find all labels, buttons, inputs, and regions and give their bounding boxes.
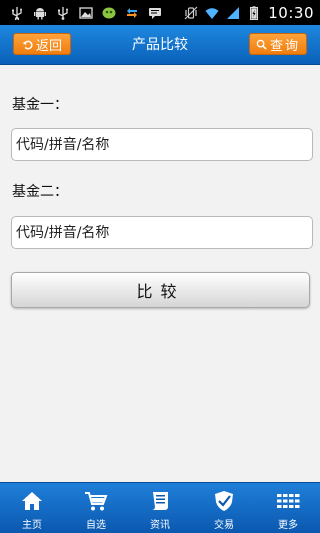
back-button[interactable]: 返回: [13, 33, 71, 55]
grid-icon: [276, 489, 300, 513]
search-icon: [256, 39, 267, 50]
status-clock: 10:30: [268, 3, 314, 22]
app-icon: [102, 6, 116, 20]
compare-button-label: 比较: [136, 282, 185, 301]
sync-icon: [125, 6, 139, 20]
image-icon: [79, 6, 93, 20]
android-icon: [33, 6, 47, 20]
usb-icon: [10, 6, 24, 20]
nav-label-news: 资讯: [150, 520, 170, 531]
fund1-input[interactable]: [11, 128, 313, 161]
title-bar: 产品比较 返回 查询: [0, 25, 320, 65]
nav-item-trade[interactable]: 交易: [192, 483, 256, 533]
usb-icon: [56, 6, 70, 20]
fund1-label: 基金一：: [12, 97, 68, 113]
status-bar: 10:30: [0, 0, 320, 25]
status-right-icons: 10:30: [184, 4, 320, 22]
fund2-label: 基金二：: [12, 184, 68, 200]
search-button-label: 查询: [269, 38, 300, 54]
nav-label-trade: 交易: [214, 520, 234, 531]
nav-label-home: 主页: [22, 520, 42, 531]
news-icon: [148, 489, 172, 513]
cart-icon: [84, 489, 108, 513]
battery-charging-icon: [247, 5, 261, 20]
back-arrow-icon: [22, 40, 33, 49]
nav-item-news[interactable]: 资讯: [128, 483, 192, 533]
search-button[interactable]: 查询: [249, 33, 307, 55]
fund2-input[interactable]: [11, 216, 313, 249]
shield-icon: [212, 489, 236, 513]
compare-button[interactable]: 比较: [11, 272, 310, 308]
wifi-icon: [205, 6, 219, 20]
signal-icon: [226, 6, 240, 20]
nav-label-more: 更多: [278, 520, 298, 531]
message-icon: [148, 6, 162, 20]
nav-item-more[interactable]: 更多: [256, 483, 320, 533]
nav-item-home[interactable]: 主页: [0, 483, 64, 533]
home-icon: [20, 489, 44, 513]
nav-label-watchlist: 自选: [86, 520, 106, 531]
vibrate-icon: [184, 6, 198, 20]
back-button-label: 返回: [35, 38, 62, 54]
status-left-icons: [0, 6, 162, 20]
bottom-nav: 主页 自选 资讯 交易 更多: [0, 482, 320, 533]
nav-item-watchlist[interactable]: 自选: [64, 483, 128, 533]
